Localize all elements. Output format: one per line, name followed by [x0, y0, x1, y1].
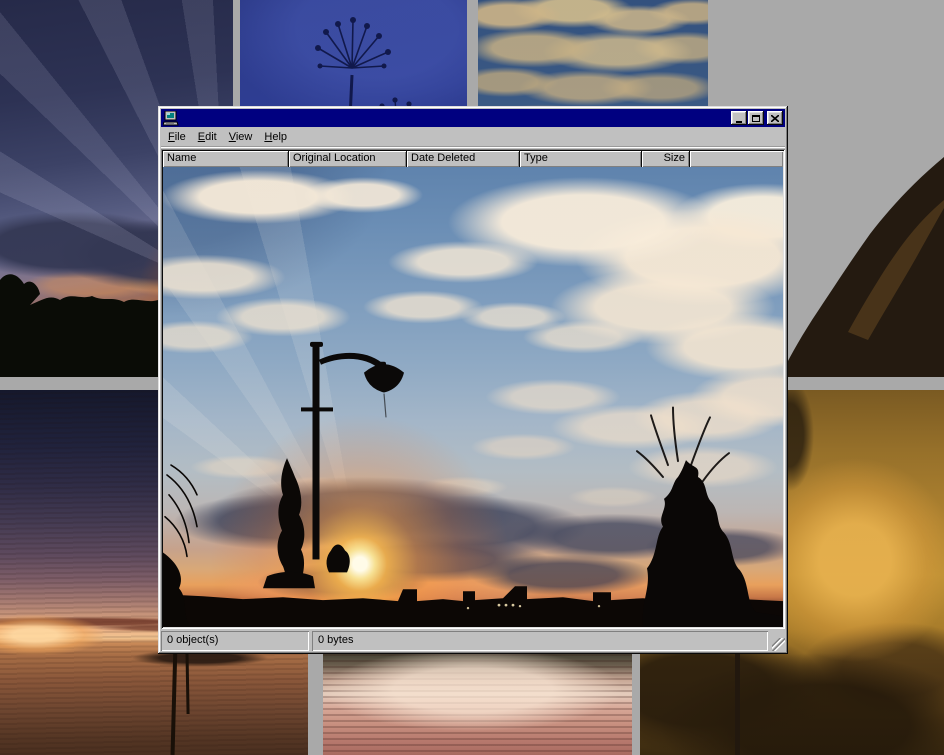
menu-edit[interactable]: Edit — [192, 129, 223, 146]
maximize-icon — [752, 115, 760, 122]
column-header-type[interactable]: Type — [520, 151, 642, 167]
status-bytes: 0 bytes — [312, 631, 768, 651]
window-background-photo — [163, 167, 783, 627]
list-view[interactable]: Name Original Location Date Deleted Type… — [161, 149, 785, 629]
column-header-filler — [690, 151, 783, 167]
status-bar: 0 object(s) 0 bytes — [161, 631, 785, 651]
close-button[interactable] — [767, 111, 783, 125]
close-icon — [771, 115, 779, 122]
resize-grip[interactable] — [772, 638, 785, 651]
menu-file[interactable]: File — [162, 129, 192, 146]
menu-separator — [161, 146, 785, 148]
column-header-row: Name Original Location Date Deleted Type… — [163, 151, 783, 167]
menu-help[interactable]: Help — [258, 129, 293, 146]
menu-view[interactable]: View — [223, 129, 259, 146]
computer-icon — [163, 111, 179, 126]
desktop: { "window": { "titlebar": { "icon": "com… — [0, 0, 944, 755]
minimize-icon — [736, 121, 742, 123]
column-header-date-deleted[interactable]: Date Deleted — [407, 151, 520, 167]
column-header-size[interactable]: Size — [642, 151, 690, 167]
menu-bar: File Edit View Help — [161, 128, 785, 146]
column-header-name[interactable]: Name — [163, 151, 289, 167]
water-pole-small — [185, 648, 189, 714]
photo-silhouettes — [163, 167, 783, 627]
minimize-button[interactable] — [731, 111, 747, 125]
recycle-bin-window: File Edit View Help Name Original Locati… — [158, 106, 788, 654]
maximize-button[interactable] — [748, 111, 764, 125]
water-pole — [171, 644, 178, 755]
window-titlebar[interactable] — [161, 109, 785, 127]
column-header-original-location[interactable]: Original Location — [289, 151, 407, 167]
status-objects: 0 object(s) — [161, 631, 309, 651]
